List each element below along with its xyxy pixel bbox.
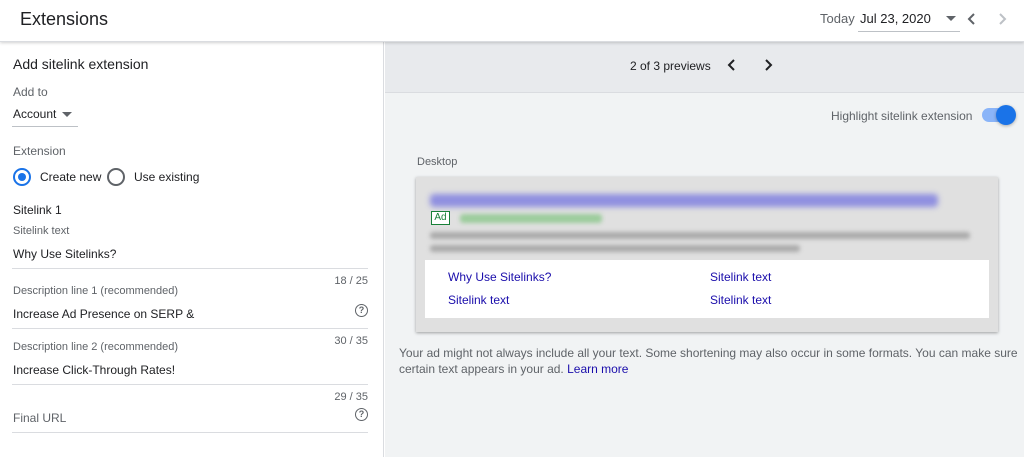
preview-count: 2 of 3 previews <box>630 59 711 73</box>
toggle-knob <box>996 105 1016 125</box>
desktop-label: Desktop <box>417 156 458 168</box>
previous-date-button[interactable] <box>964 10 980 28</box>
use-existing-label[interactable]: Use existing <box>134 170 199 184</box>
final-url-label[interactable]: Final URL <box>13 411 66 425</box>
learn-more-link[interactable]: Learn more <box>567 362 628 376</box>
page-title: Extensions <box>20 9 109 29</box>
ad-preview-panel: 2 of 3 previews Highlight sitelink exten… <box>385 42 1024 457</box>
description-2-label: Description line 2 (recommended) <box>13 341 179 353</box>
sitelinks-area: Why Use Sitelinks? Sitelink text Sitelin… <box>425 260 989 318</box>
help-circle-icon[interactable]: ? <box>355 408 368 421</box>
next-preview-button[interactable] <box>761 57 775 73</box>
description-1-input[interactable]: Increase Ad Presence on SERP & <box>13 307 194 321</box>
blurred-ad-headline <box>430 194 938 207</box>
add-to-value: Account <box>13 107 57 121</box>
add-to-label: Add to <box>13 85 48 99</box>
sitelink-link[interactable]: Sitelink text <box>448 293 509 307</box>
description-1-underline <box>12 328 368 329</box>
sitelink-form-panel: Add sitelink extension Add to Account Ex… <box>0 42 384 457</box>
blurred-ad-url <box>460 214 602 223</box>
final-url-underline <box>12 432 368 433</box>
blurred-ad-description <box>430 232 970 239</box>
sitelink-link[interactable]: Why Use Sitelinks? <box>448 270 551 284</box>
use-existing-radio[interactable] <box>107 168 125 186</box>
description-1-counter: 30 / 35 <box>334 335 368 347</box>
sitelink-text-underline <box>12 268 368 269</box>
dropdown-arrow-icon <box>62 112 72 117</box>
description-2-input[interactable]: Increase Click-Through Rates! <box>13 363 175 377</box>
date-selector[interactable]: Jul 23, 2020 <box>858 6 960 32</box>
description-2-counter: 29 / 35 <box>334 391 368 403</box>
preview-disclaimer: Your ad might not always include all you… <box>399 345 1019 377</box>
date-value: Jul 23, 2020 <box>860 11 931 26</box>
highlight-sitelink-label: Highlight sitelink extension <box>831 109 973 123</box>
disclaimer-text: Your ad might not always include all you… <box>399 346 1018 376</box>
top-bar: Extensions Today Jul 23, 2020 <box>0 0 1024 42</box>
preview-navigation-bar: 2 of 3 previews <box>385 42 1024 93</box>
create-new-radio[interactable] <box>13 168 31 186</box>
description-1-label: Description line 1 (recommended) <box>13 285 179 297</box>
chevron-right-icon <box>999 13 1007 25</box>
sitelink-text-counter: 18 / 25 <box>334 275 368 287</box>
help-circle-icon[interactable]: ? <box>355 304 368 317</box>
chevron-left-icon <box>967 13 975 25</box>
description-2-underline <box>12 384 368 385</box>
next-date-button[interactable] <box>994 10 1010 28</box>
today-label: Today <box>820 11 855 26</box>
sitelink-link[interactable]: Sitelink text <box>710 293 771 307</box>
form-title: Add sitelink extension <box>13 56 149 72</box>
ad-badge: Ad <box>431 211 450 225</box>
extension-label: Extension <box>13 144 66 158</box>
dropdown-arrow-icon <box>946 16 956 21</box>
add-to-select[interactable]: Account <box>12 103 78 127</box>
create-new-label[interactable]: Create new <box>40 170 101 184</box>
sitelink-text-input[interactable]: Why Use Sitelinks? <box>13 247 116 261</box>
blurred-ad-description <box>430 245 800 252</box>
sitelink-heading: Sitelink 1 <box>13 203 62 217</box>
chevron-left-icon <box>727 59 735 71</box>
highlight-sitelink-toggle[interactable] <box>982 105 1016 125</box>
sitelink-link[interactable]: Sitelink text <box>710 270 771 284</box>
previous-preview-button[interactable] <box>725 57 739 73</box>
sitelink-text-label: Sitelink text <box>13 225 70 237</box>
chevron-right-icon <box>765 59 773 71</box>
ad-preview-card: Ad Why Use Sitelinks? Sitelink text Site… <box>416 177 998 332</box>
